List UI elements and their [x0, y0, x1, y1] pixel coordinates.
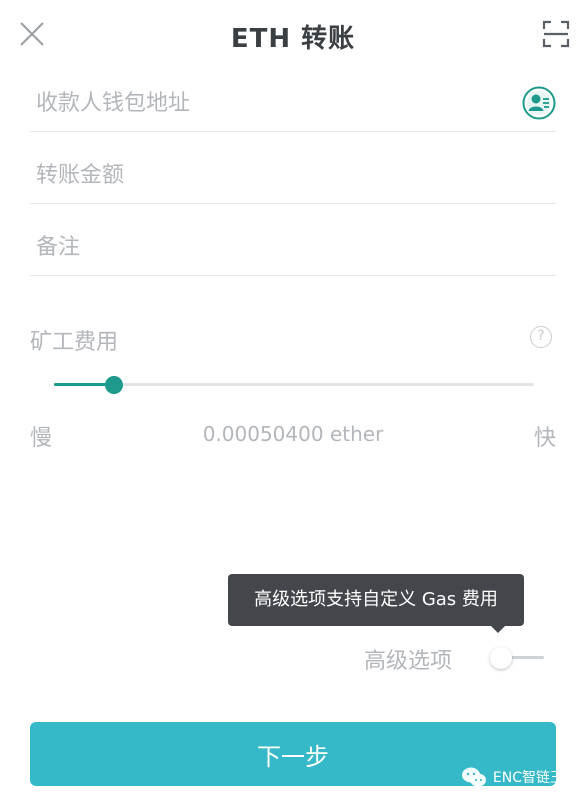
toggle-knob[interactable] [490, 647, 512, 669]
question-icon: ? [537, 328, 545, 344]
watermark: ENC智链王国 [461, 762, 578, 792]
advanced-options-toggle[interactable] [490, 646, 546, 670]
scan-button[interactable] [538, 16, 574, 52]
fast-label: 快 [533, 426, 556, 451]
fee-help-button[interactable]: ? [530, 326, 552, 348]
watermark-text: ENC智链王国 [492, 770, 578, 786]
wechat-icon [461, 767, 486, 787]
fee-value: 0.00050400 ether [202, 422, 384, 446]
header-bar: ETH 转账 [0, 0, 586, 72]
slider-thumb[interactable] [105, 376, 123, 394]
note-input[interactable] [36, 229, 506, 265]
fee-label: 矿工费用 [30, 330, 119, 355]
fee-slider[interactable] [54, 374, 534, 394]
tooltip-arrow [490, 625, 506, 633]
page-title: ETH 转账 [230, 24, 356, 54]
address-field-row [30, 72, 556, 132]
advanced-tooltip: 高级选项支持自定义 Gas 费用 [228, 574, 524, 626]
contact-book-button[interactable] [522, 86, 556, 120]
amount-field-row [30, 144, 556, 204]
note-field-row [30, 216, 556, 276]
slider-track [54, 383, 534, 386]
scan-icon [542, 20, 570, 48]
amount-input[interactable] [36, 157, 506, 193]
eth-transfer-page: ETH 转账 收款人钱包地址 转账金额 备注 矿工费用 ? 慢 0.000504… [0, 0, 586, 800]
contact-book-icon [522, 86, 556, 120]
advanced-options-label: 高级选项 [364, 649, 453, 674]
address-input[interactable] [36, 85, 506, 121]
